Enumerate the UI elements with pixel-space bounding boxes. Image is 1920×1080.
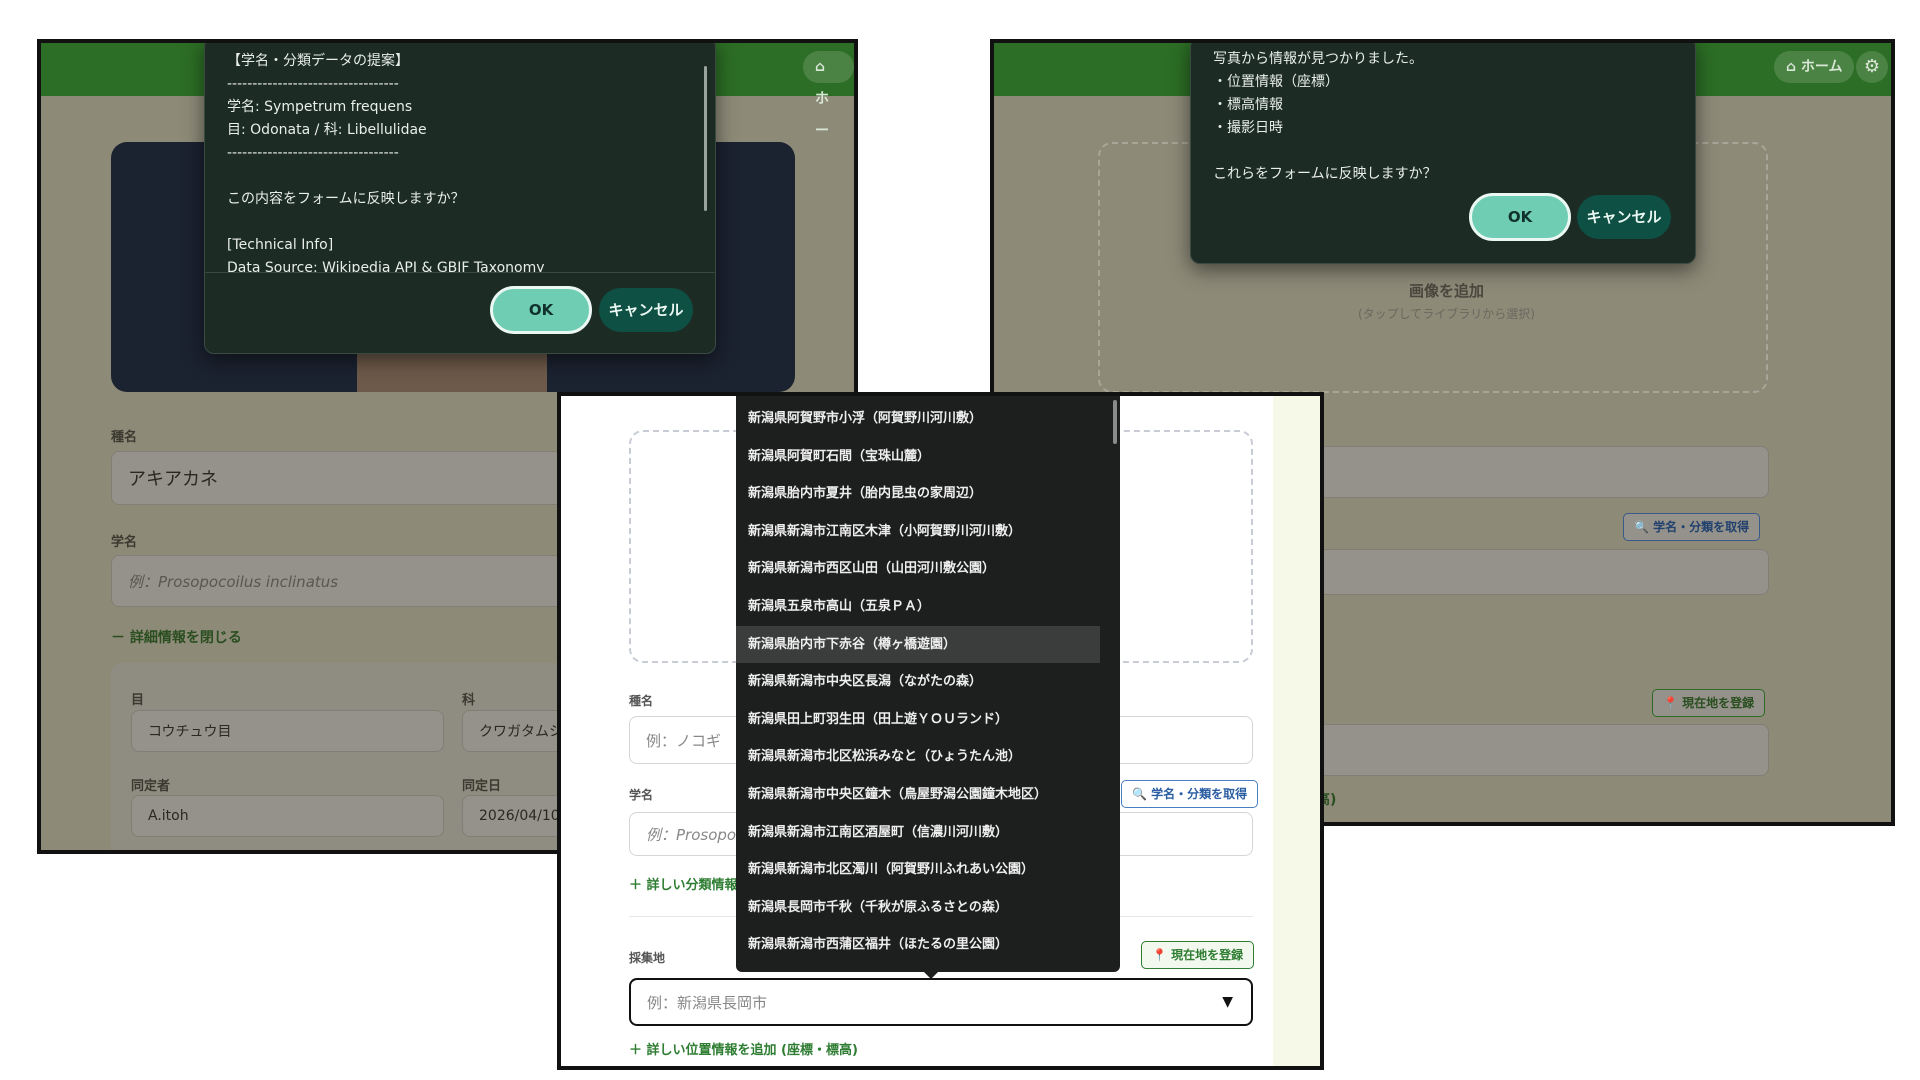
species-input[interactable]: [1315, 446, 1769, 498]
suggestion-item[interactable]: 新潟県長岡市千秋（千秋が原ふるさとの森）: [736, 889, 1120, 927]
fetch-taxonomy-button[interactable]: 🔍 学名・分類を取得: [1121, 780, 1259, 808]
suggestion-item[interactable]: 新潟県五泉市高山（五泉ＰＡ）: [736, 588, 1120, 626]
add-image-hint: (タップしてライブラリから選択): [1357, 307, 1535, 321]
ok-button[interactable]: OK: [1469, 193, 1571, 241]
suggestion-item[interactable]: 新潟県新潟市北区松浜みなと（ひょうたん池）: [736, 738, 1120, 776]
order-label: 目: [131, 693, 145, 708]
family-label: 科: [462, 693, 476, 708]
sci-name-input[interactable]: [1315, 549, 1769, 595]
register-location-button[interactable]: 📍 現在地を登録: [1652, 689, 1766, 717]
suggestion-item-highlighted[interactable]: 新潟県胎内市下赤谷（樽ヶ橋遊園）: [736, 625, 1100, 664]
location-placeholder: 例：新潟県長岡市: [647, 993, 768, 1012]
dialog-message: 【学名・分類データの提案】 --------------------------…: [227, 53, 545, 272]
dropdown-pointer: [923, 971, 939, 979]
sci-name-label: 学名: [629, 788, 654, 802]
suggestion-item[interactable]: 新潟県新潟市中央区長潟（ながたの森）: [736, 663, 1120, 701]
location-input[interactable]: 例：新潟県長岡市 ▼: [629, 978, 1253, 1026]
middle-screenshot: 種名 例：ノコギ 学名 🔍 学名・分類を取得 例：Prosopo ＋ 詳しい分類…: [557, 392, 1324, 1070]
left-gutter: [561, 396, 608, 1066]
suggestion-item[interactable]: 新潟県新潟市北区濁川（阿賀野川ふれあい公園）: [736, 851, 1120, 889]
cancel-button[interactable]: キャンセル: [1577, 195, 1671, 239]
suggestion-item[interactable]: 新潟県新潟市中央区鐘木（鳥屋野潟公園鐘木地区）: [736, 776, 1120, 814]
dialog-message-area: 【学名・分類データの提案】 --------------------------…: [227, 50, 697, 272]
species-label: 種名: [629, 694, 654, 708]
suggestion-item[interactable]: 新潟県胎内市夏井（胎内昆虫の家周辺）: [736, 475, 1120, 513]
chevron-down-icon[interactable]: ▼: [1222, 994, 1233, 1010]
suggestion-item[interactable]: 新潟県新潟市西区山田（山田河川敷公園）: [736, 550, 1120, 588]
sci-name-label: 学名: [111, 535, 138, 550]
suggestion-item[interactable]: 新潟県新潟市江南区木津（小阿賀野川河川敷）: [736, 513, 1120, 551]
exif-confirm-dialog: 写真から情報が見つかりました。 ・位置情報（座標） ・標高情報 ・撮影日時 これ…: [1190, 43, 1696, 264]
register-location-button[interactable]: 📍 現在地を登録: [1141, 941, 1255, 969]
suggestion-item[interactable]: 新潟県新潟市江南区酒屋町（信濃川河川敷）: [736, 814, 1120, 852]
id-date-label: 同定日: [462, 779, 502, 794]
suggestion-item[interactable]: 新潟県新潟市西蒲区福井（ほたるの里公園）: [736, 926, 1120, 964]
fetch-taxonomy-button[interactable]: 🔍 学名・分類を取得: [1623, 513, 1761, 541]
home-button[interactable]: ⌂ ホーム: [1774, 51, 1855, 83]
identifier-input[interactable]: A.itoh: [131, 795, 444, 837]
species-label: 種名: [111, 430, 138, 445]
close-details-link[interactable]: － 詳細情報を閉じる: [111, 627, 242, 647]
suggestion-item[interactable]: 新潟県阿賀野市小浮（阿賀野川河川敷）: [736, 400, 1120, 438]
location-label: 採集地: [629, 951, 666, 965]
identifier-label: 同定者: [131, 779, 171, 794]
detail-taxonomy-link[interactable]: ＋ 詳しい分類情報: [629, 874, 738, 893]
home-button[interactable]: ⌂ ホー: [803, 51, 854, 139]
suggestion-item[interactable]: 新潟県田上町羽生田（田上遊ＹＯＵランド）: [736, 701, 1120, 739]
dialog-message: 写真から情報が見つかりました。 ・位置情報（座標） ・標高情報 ・撮影日時 これ…: [1213, 51, 1437, 182]
location-suggestions-dropdown: 新潟県阿賀野市小浮（阿賀野川河川敷） 新潟県阿賀町石間（宝珠山麓） 新潟県胎内市…: [736, 396, 1120, 972]
dialog-message-area: 写真から情報が見つかりました。 ・位置情報（座標） ・標高情報 ・撮影日時 これ…: [1213, 48, 1437, 186]
gear-icon[interactable]: ⚙: [1856, 51, 1888, 83]
right-gutter: [1273, 396, 1320, 1066]
ok-button[interactable]: OK: [490, 286, 592, 334]
taxonomy-confirm-dialog: 【学名・分類データの提案】 --------------------------…: [204, 43, 716, 354]
dialog-scrollbar[interactable]: [704, 66, 707, 211]
order-input[interactable]: コウチュウ目: [131, 710, 444, 752]
suggestion-item[interactable]: 新潟県阿賀町石間（宝珠山麓）: [736, 438, 1120, 476]
add-image-label: 画像を追加: [1408, 282, 1484, 300]
dropdown-scrollbar[interactable]: [1113, 400, 1117, 444]
location-input[interactable]: [1315, 724, 1769, 776]
cancel-button[interactable]: キャンセル: [599, 288, 693, 332]
add-location-detail-link[interactable]: ＋ 詳しい位置情報を追加 (座標・標高): [629, 1039, 858, 1058]
dialog-divider: [205, 272, 715, 273]
suggestion-list: 新潟県阿賀野市小浮（阿賀野川河川敷） 新潟県阿賀町石間（宝珠山麓） 新潟県胎内市…: [736, 396, 1120, 964]
